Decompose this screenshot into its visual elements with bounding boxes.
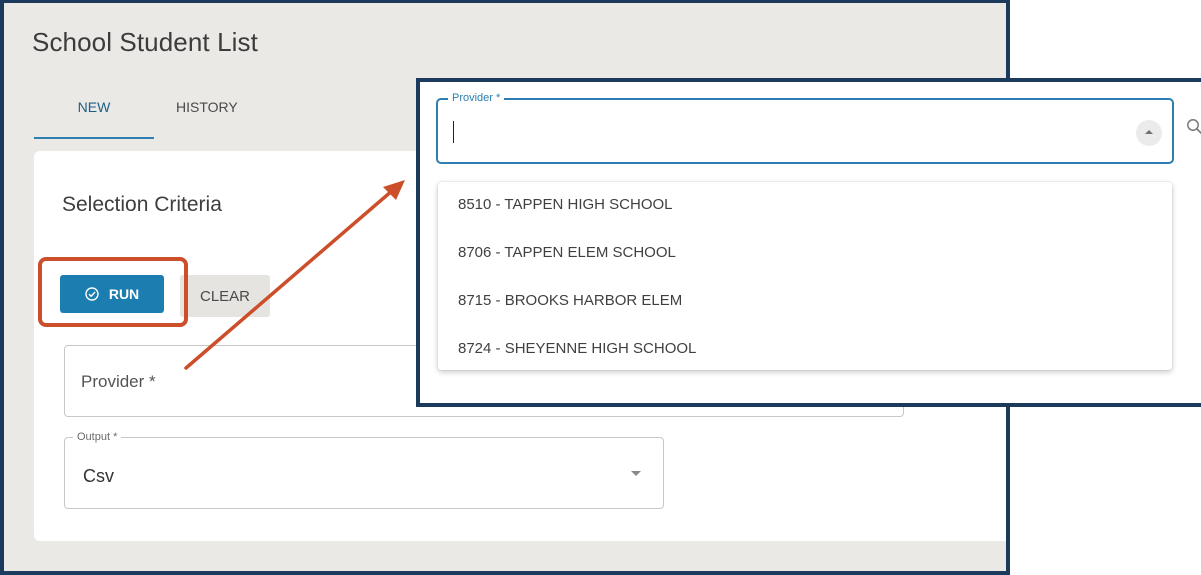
tab-history[interactable]: HISTORY — [176, 93, 238, 139]
page-title: School Student List — [32, 27, 258, 57]
dropdown-option[interactable]: 8715 - BROOKS HARBOR ELEM — [438, 278, 1172, 326]
chevron-down-icon — [631, 471, 641, 476]
provider-autocomplete-input[interactable]: Provider * — [436, 92, 1174, 164]
section-title: Selection Criteria — [62, 193, 222, 216]
output-select-value: Csv — [83, 466, 114, 486]
dropdown-option[interactable]: 8706 - TAPPEN ELEM SCHOOL — [438, 230, 1172, 278]
output-field-label: Output * — [73, 431, 122, 443]
clear-button[interactable]: CLEAR — [180, 275, 270, 317]
dropdown-option[interactable]: 8724 - SHEYENNE HIGH SCHOOL — [438, 326, 1172, 374]
tab-bar: NEW HISTORY — [34, 93, 284, 139]
provider-field-label: Provider * — [81, 372, 156, 391]
provider-dropdown-menu: 8510 - TAPPEN HIGH SCHOOL 8706 - TAPPEN … — [438, 182, 1172, 370]
tab-new[interactable]: NEW — [34, 93, 154, 139]
run-button[interactable]: RUN — [60, 275, 164, 313]
search-icon[interactable] — [1186, 118, 1201, 136]
dropdown-option[interactable]: 8510 - TAPPEN HIGH SCHOOL — [438, 182, 1172, 230]
check-circle-icon — [85, 287, 99, 301]
run-button-label: RUN — [108, 286, 140, 302]
zoom-callout: Provider * 8510 - TAPPEN HIGH SCHOOL 870… — [416, 78, 1201, 407]
text-cursor — [453, 121, 454, 143]
output-select[interactable]: Output * Csv — [64, 431, 664, 509]
chevron-up-icon[interactable] — [1136, 120, 1162, 146]
provider-autocomplete-label: Provider * — [448, 92, 505, 104]
